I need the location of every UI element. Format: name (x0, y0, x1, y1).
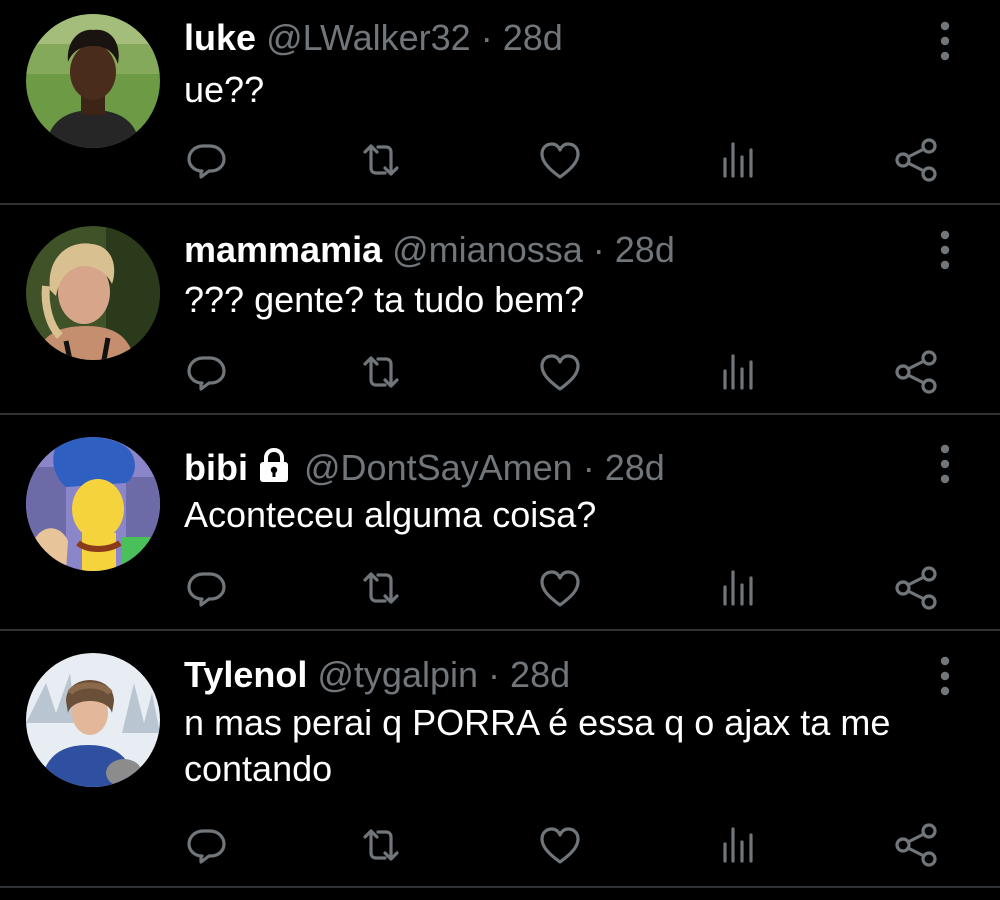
tweet-text: ue?? (184, 69, 265, 110)
analytics-icon[interactable] (713, 563, 763, 613)
retweet-icon[interactable] (356, 347, 406, 397)
heart-icon[interactable] (535, 347, 585, 397)
tweet-actions (0, 820, 1000, 870)
tweet-actions (0, 347, 1000, 397)
reply-icon[interactable] (181, 347, 231, 397)
display-name[interactable]: bibi (184, 447, 248, 488)
avatar[interactable] (26, 653, 160, 787)
retweet-icon[interactable] (356, 820, 406, 870)
heart-icon[interactable] (535, 820, 585, 870)
tweet-header: bibi @DontSayAmen · 28d (184, 446, 665, 488)
avatar[interactable] (26, 14, 160, 148)
user-handle[interactable]: @DontSayAmen (304, 447, 573, 488)
reply-icon[interactable] (181, 563, 231, 613)
avatar[interactable] (26, 226, 160, 360)
tweet-header: mammamia @mianossa · 28d (184, 230, 675, 270)
reply-icon[interactable] (181, 135, 231, 185)
more-vertical-icon[interactable] (930, 651, 960, 701)
display-name[interactable]: mammamia (184, 229, 382, 270)
more-vertical-icon[interactable] (930, 439, 960, 489)
retweet-icon[interactable] (356, 563, 406, 613)
tweet-item[interactable]: mammamia @mianossa · 28d ??? gente? ta t… (0, 205, 1000, 413)
user-handle[interactable]: @mianossa (392, 229, 583, 270)
tweet-item[interactable]: Tylenol @tygalpin · 28d n mas perai q PO… (0, 631, 1000, 886)
tweet-text: Aconteceu alguma coisa? (184, 494, 597, 535)
display-name[interactable]: Tylenol (184, 654, 307, 695)
avatar-image (26, 653, 160, 787)
heart-icon[interactable] (535, 135, 585, 185)
avatar[interactable] (26, 437, 160, 571)
analytics-icon[interactable] (713, 820, 763, 870)
avatar-image (26, 14, 160, 148)
separator-dot: · (480, 17, 493, 58)
retweet-icon[interactable] (356, 135, 406, 185)
divider (0, 886, 1000, 888)
user-handle[interactable]: @tygalpin (317, 654, 478, 695)
heart-icon[interactable] (535, 563, 585, 613)
share-icon[interactable] (891, 347, 941, 397)
share-icon[interactable] (891, 135, 941, 185)
tweet-header: luke @LWalker32 · 28d (184, 18, 563, 58)
avatar-image (26, 226, 160, 360)
more-vertical-icon[interactable] (930, 225, 960, 275)
analytics-icon[interactable] (713, 135, 763, 185)
tweet-actions (0, 135, 1000, 185)
separator-dot: · (582, 447, 595, 488)
analytics-icon[interactable] (713, 347, 763, 397)
more-vertical-icon[interactable] (930, 16, 960, 66)
tweet-item[interactable]: bibi @DontSayAmen · 28d Aconteceu alguma… (0, 415, 1000, 629)
tweet-actions (0, 563, 1000, 613)
separator-dot: · (592, 229, 605, 270)
avatar-image (26, 437, 160, 571)
timestamp[interactable]: 28d (615, 229, 675, 270)
timestamp[interactable]: 28d (605, 447, 665, 488)
lock-icon (259, 447, 288, 482)
tweet-text: n mas perai q PORRA é essa q o ajax ta m… (184, 702, 891, 789)
separator-dot: · (488, 654, 501, 695)
tweet-text: ??? gente? ta tudo bem? (184, 279, 585, 320)
tweet-header: Tylenol @tygalpin · 28d (184, 655, 570, 695)
share-icon[interactable] (891, 820, 941, 870)
timestamp[interactable]: 28d (503, 17, 563, 58)
reply-icon[interactable] (181, 820, 231, 870)
display-name[interactable]: luke (184, 17, 256, 58)
user-handle[interactable]: @LWalker32 (266, 17, 471, 58)
share-icon[interactable] (891, 563, 941, 613)
tweet-item[interactable]: luke @LWalker32 · 28d ue?? (0, 0, 1000, 203)
timestamp[interactable]: 28d (510, 654, 570, 695)
